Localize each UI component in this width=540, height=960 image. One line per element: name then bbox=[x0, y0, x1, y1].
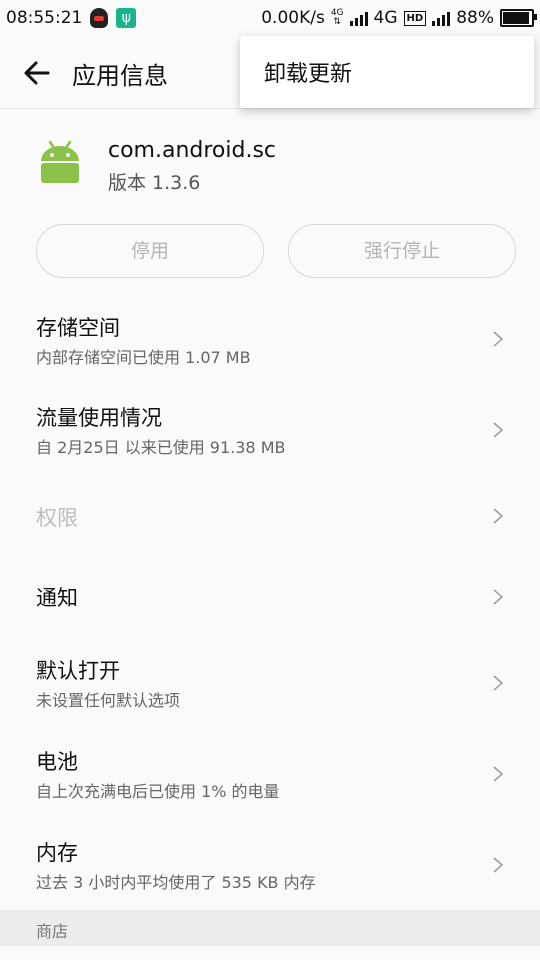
menu-item-uninstall-updates[interactable]: 卸载更新 bbox=[264, 56, 352, 88]
chevron-right-icon bbox=[493, 508, 504, 524]
chevron-right-icon bbox=[493, 675, 504, 691]
qq-icon bbox=[90, 8, 109, 28]
section-header-store: 商店 bbox=[0, 910, 540, 946]
settings-row-memory[interactable]: 内存 过去 3 小时内平均使用了 535 KB 内存 bbox=[0, 825, 540, 905]
row-title: 内存 bbox=[36, 841, 78, 865]
battery-percent: 88% bbox=[456, 8, 494, 28]
settings-row-storage[interactable]: 存储空间 内部存储空间已使用 1.07 MB bbox=[0, 300, 540, 380]
row-title: 通知 bbox=[36, 586, 78, 610]
version-label: 版本 1.3.6 bbox=[108, 172, 201, 194]
data-activity-icon: 4G ⇅ bbox=[330, 8, 344, 27]
row-title: 默认打开 bbox=[36, 659, 120, 683]
chevron-right-icon bbox=[493, 589, 504, 605]
chevron-right-icon bbox=[493, 766, 504, 782]
row-subtitle: 内部存储空间已使用 1.07 MB bbox=[36, 348, 251, 367]
chevron-right-icon bbox=[493, 422, 504, 438]
status-bar: 08:55:21 ψ 0.00K/s 4G ⇅ 4G HD 88% bbox=[0, 0, 540, 38]
row-title: 电池 bbox=[36, 750, 78, 774]
row-subtitle: 自 2月25日 以来已使用 91.38 MB bbox=[36, 438, 286, 457]
row-title: 权限 bbox=[36, 506, 78, 530]
settings-row-data-usage[interactable]: 流量使用情况 自 2月25日 以来已使用 91.38 MB bbox=[0, 390, 540, 470]
row-title: 存储空间 bbox=[36, 316, 120, 340]
battery-icon bbox=[500, 9, 537, 27]
status-bar-left: 08:55:21 ψ bbox=[6, 8, 137, 28]
page-title: 应用信息 bbox=[72, 62, 168, 90]
row-subtitle: 自上次充满电后已使用 1% 的电量 bbox=[36, 782, 280, 801]
clock: 08:55:21 bbox=[6, 8, 83, 28]
settings-row-battery[interactable]: 电池 自上次充满电后已使用 1% 的电量 bbox=[0, 734, 540, 814]
row-subtitle: 过去 3 小时内平均使用了 535 KB 内存 bbox=[36, 873, 316, 892]
arrow-left-icon[interactable] bbox=[22, 58, 52, 88]
section-label: 商店 bbox=[36, 922, 69, 941]
sim2-tech-label: 4G bbox=[373, 8, 398, 28]
signal-icon-2 bbox=[432, 10, 451, 26]
settings-row-permissions[interactable]: 权限 bbox=[0, 480, 540, 552]
chevron-right-icon bbox=[493, 857, 504, 873]
status-bar-right: 0.00K/s 4G ⇅ 4G HD 88% bbox=[261, 8, 537, 28]
overflow-menu: 卸载更新 bbox=[240, 36, 534, 108]
signal-icon bbox=[349, 10, 368, 26]
row-subtitle: 未设置任何默认选项 bbox=[36, 691, 181, 710]
usb-icon: ψ bbox=[116, 8, 137, 28]
settings-row-open-by-default[interactable]: 默认打开 未设置任何默认选项 bbox=[0, 643, 540, 723]
hd-voice-icon: HD bbox=[403, 10, 427, 26]
chevron-right-icon bbox=[493, 331, 504, 347]
android-robot-icon bbox=[41, 140, 79, 183]
package-name: com.android.sc bbox=[108, 138, 277, 163]
settings-row-notifications[interactable]: 通知 bbox=[0, 560, 540, 632]
network-speed: 0.00K/s bbox=[261, 8, 325, 28]
disable-button[interactable]: 停用 bbox=[36, 224, 264, 278]
row-title: 流量使用情况 bbox=[36, 406, 162, 430]
force-stop-button[interactable]: 强行停止 bbox=[288, 224, 516, 278]
